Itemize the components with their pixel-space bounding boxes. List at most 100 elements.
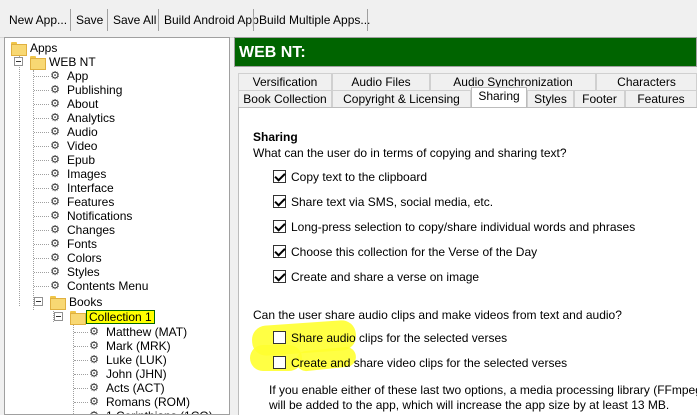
tree-node-label: About — [67, 97, 99, 111]
tree-node-book[interactable]: ⚙ Luke (LUK) — [9, 353, 199, 367]
collapse-toggle-icon[interactable] — [54, 312, 63, 321]
tree-node-interface[interactable]: ⚙ Interface — [9, 181, 169, 195]
checkbox-label: Create and share a verse on image — [291, 270, 480, 284]
gear-icon: ⚙ — [50, 84, 60, 96]
tree-node-book[interactable]: ⚙ Acts (ACT) — [9, 381, 199, 395]
tree-node-label: Romans (ROM) — [106, 395, 191, 409]
tree-node-label: Audio — [67, 125, 98, 139]
tree-line — [74, 402, 88, 403]
tree-node-video[interactable]: ⚙ Video — [9, 139, 169, 153]
tree-line — [34, 118, 49, 119]
new-app-button[interactable]: New App... — [8, 10, 68, 30]
tree-node-contents-menu[interactable]: ⚙ Contents Menu — [9, 279, 169, 293]
tree-node-label: Publishing — [67, 83, 123, 97]
tab-styles[interactable]: Styles — [527, 90, 574, 107]
checkbox-checked-icon[interactable] — [273, 195, 286, 208]
checkbox-checked-icon[interactable] — [273, 270, 286, 283]
tab-characters[interactable]: Characters — [596, 73, 697, 90]
tree-line — [34, 202, 49, 203]
tree-node-label: Contents Menu — [67, 279, 149, 293]
question-text-audio-video: Can the user share audio clips and make … — [253, 308, 622, 322]
checkbox-unchecked-icon[interactable] — [273, 331, 286, 344]
gear-icon: ⚙ — [50, 140, 60, 152]
gear-icon: ⚙ — [89, 354, 99, 366]
tree-node-images[interactable]: ⚙ Images — [9, 167, 169, 181]
checkbox-unchecked-icon[interactable] — [273, 356, 286, 369]
tree-node-book[interactable]: ⚙ Mark (MRK) — [9, 339, 199, 353]
checkbox-checked-icon[interactable] — [273, 245, 286, 258]
tree-node-analytics[interactable]: ⚙ Analytics — [9, 111, 169, 125]
tab-book-collection[interactable]: Book Collection — [238, 90, 332, 107]
tree-node-label: App — [67, 69, 89, 83]
tree-node-notifications[interactable]: ⚙ Notifications — [9, 209, 169, 223]
checkbox-label: Share text via SMS, social media, etc. — [291, 195, 494, 209]
save-button[interactable]: Save — [75, 10, 104, 30]
tree-node-colors[interactable]: ⚙ Colors — [9, 251, 169, 265]
collapse-toggle-icon[interactable] — [14, 57, 23, 66]
gear-icon: ⚙ — [89, 396, 99, 408]
checkbox-checked-icon[interactable] — [273, 170, 286, 183]
tree-node-fonts[interactable]: ⚙ Fonts — [9, 237, 169, 251]
tree-node-book[interactable]: ⚙ 1 Corinthians (1CO) — [9, 409, 213, 415]
tree-node-styles[interactable]: ⚙ Styles — [9, 265, 169, 279]
tree-line — [34, 230, 49, 231]
ffmpeg-note-line-1: If you enable either of these last two o… — [269, 383, 697, 397]
tree-node-epub[interactable]: ⚙ Epub — [9, 153, 169, 167]
tree-node-label: Interface — [67, 181, 114, 195]
checkbox-checked-icon[interactable] — [273, 220, 286, 233]
tree-node-label: John (JHN) — [106, 367, 167, 381]
save-all-button[interactable]: Save All — [112, 10, 157, 30]
tree-node-about[interactable]: ⚙ About — [9, 97, 169, 111]
tree-node-audio[interactable]: ⚙ Audio — [9, 125, 169, 139]
tab-sharing[interactable]: Sharing — [471, 87, 527, 107]
tree-node-label: Features — [67, 195, 115, 209]
gear-icon: ⚙ — [50, 98, 60, 110]
tree-line — [34, 244, 49, 245]
gear-icon: ⚙ — [50, 196, 60, 208]
tab-copyright-licensing[interactable]: Copyright & Licensing — [332, 90, 471, 107]
tree-line — [34, 104, 49, 105]
tree-line — [74, 332, 88, 333]
tree-node-label: Changes — [67, 223, 116, 237]
checkbox-label: Choose this collection for the Verse of … — [291, 245, 538, 259]
tab-versification[interactable]: Versification — [238, 73, 332, 90]
tree-node-label: Fonts — [67, 237, 98, 251]
tree-node-app[interactable]: ⚙ App — [9, 69, 169, 83]
tree-node-label: Acts (ACT) — [106, 381, 165, 395]
tree-node-books[interactable]: Books — [9, 295, 109, 310]
toolbar: New App... Save Save All Build Android A… — [0, 0, 697, 38]
gear-icon: ⚙ — [50, 168, 60, 180]
tab-features[interactable]: Features — [625, 90, 697, 107]
tree-line — [34, 258, 49, 259]
tree-node-label: Colors — [67, 251, 102, 265]
collapse-toggle-icon[interactable] — [34, 297, 43, 306]
tree-line — [74, 346, 88, 347]
tree-node-label: Notifications — [67, 209, 133, 223]
tab-audio-files[interactable]: Audio Files — [332, 73, 430, 90]
gear-icon: ⚙ — [50, 210, 60, 222]
gear-icon: ⚙ — [89, 411, 99, 415]
tree-node-label: Mark (MRK) — [106, 339, 171, 353]
tab-footer[interactable]: Footer — [574, 90, 625, 107]
gear-icon: ⚙ — [50, 224, 60, 236]
tree-line — [34, 146, 49, 147]
tree-node-label: Analytics — [67, 111, 116, 125]
checkbox-label: Copy text to the clipboard — [291, 170, 428, 184]
tree-line — [34, 272, 49, 273]
tree-node-book[interactable]: ⚙ John (JHN) — [9, 367, 199, 381]
tree-node-features[interactable]: ⚙ Features — [9, 195, 169, 209]
tree-node-changes[interactable]: ⚙ Changes — [9, 223, 169, 237]
toolbar-separator — [70, 9, 71, 31]
tree-node-book[interactable]: ⚙ Matthew (MAT) — [9, 325, 199, 339]
tree-node-collection-1[interactable]: Collection 1 — [9, 310, 169, 325]
build-android-app-button[interactable]: Build Android App — [163, 10, 260, 30]
panel-header: WEB NT: — [234, 37, 697, 67]
build-multiple-apps-button[interactable]: Build Multiple Apps... — [258, 10, 371, 30]
tree-node-book[interactable]: ⚙ Romans (ROM) — [9, 395, 199, 409]
tree-line — [34, 216, 49, 217]
tree-node-apps[interactable]: Apps — [9, 41, 89, 56]
project-tree[interactable]: Apps WEB NT ⚙ App ⚙ Publishing ⚙ About ⚙ Analyt… — [4, 37, 230, 415]
checkbox-label: Share audio clips for the selected verse… — [291, 331, 508, 345]
tree-node-publishing[interactable]: ⚙ Publishing — [9, 83, 169, 97]
tree-node-web-nt[interactable]: WEB NT — [9, 55, 109, 70]
